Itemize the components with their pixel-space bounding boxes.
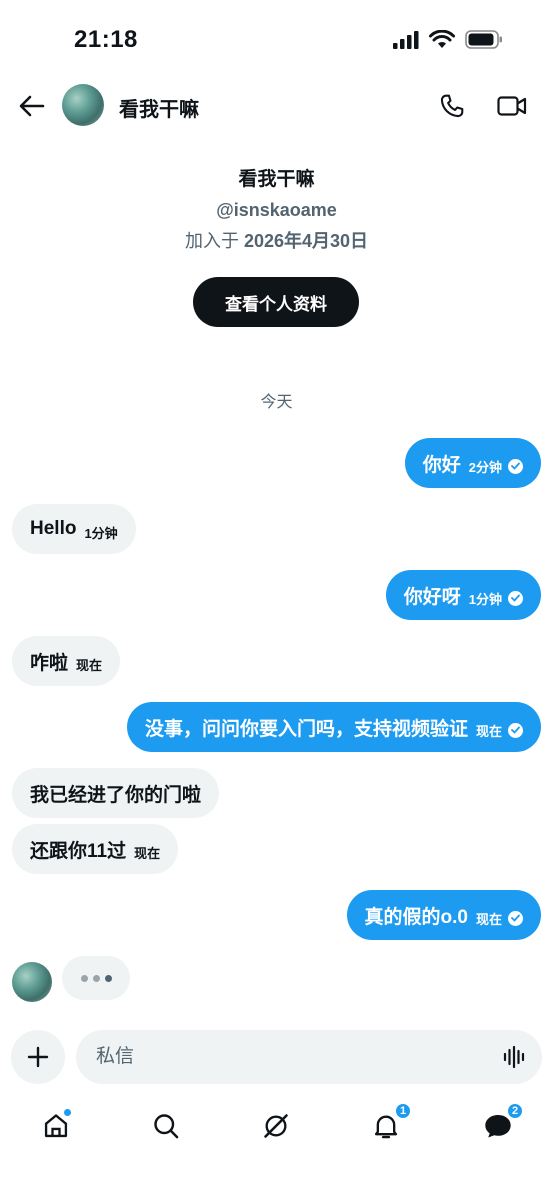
message-input[interactable]	[96, 1030, 496, 1084]
message-bubble-outgoing[interactable]: 真的假的o.0 现在	[346, 890, 541, 940]
video-camera-icon	[497, 96, 527, 116]
read-check-icon	[508, 722, 523, 738]
contact-avatar[interactable]	[62, 84, 104, 126]
message-time: 现在	[475, 723, 502, 739]
tab-home[interactable]	[36, 1106, 76, 1146]
conversation-header: 看我干嘛	[0, 80, 553, 132]
voice-call-button[interactable]	[434, 88, 470, 124]
message-bubble-outgoing[interactable]: 你好呀 1分钟	[385, 570, 541, 620]
read-check-icon	[508, 458, 523, 474]
notifications-badge: 1	[394, 1102, 412, 1120]
message-text: 你好呀	[403, 586, 461, 608]
message-bubble-incoming[interactable]: 还跟你11过 现在	[12, 824, 179, 874]
audio-waveform-icon	[503, 1045, 525, 1069]
message-time: 1分钟	[84, 525, 118, 541]
typing-indicator	[62, 956, 130, 1000]
profile-summary: 看我干嘛 @isnskaoame 加入于 2026年4月30日	[0, 160, 553, 253]
profile-joined: 加入于 2026年4月30日	[0, 227, 553, 253]
arrow-left-icon	[19, 95, 45, 117]
message-time: 现在	[134, 845, 161, 861]
status-time: 21:18	[74, 26, 138, 53]
contact-name[interactable]: 看我干嘛	[119, 93, 199, 122]
tab-grok[interactable]	[256, 1106, 296, 1146]
back-button[interactable]	[14, 88, 50, 124]
view-profile-button[interactable]: 查看个人资料	[193, 277, 359, 327]
profile-handle: @isnskaoame	[216, 200, 337, 220]
message-time: 1分钟	[468, 591, 502, 607]
message-time: 现在	[475, 911, 502, 927]
message-text: 我已经进了你的门啦	[30, 784, 202, 806]
search-icon	[154, 1114, 179, 1139]
read-check-icon	[508, 590, 523, 606]
day-separator: 今天	[260, 394, 293, 411]
status-bar: 21:18	[0, 0, 553, 80]
read-check-icon	[508, 910, 523, 926]
message-text: 真的假的o.0	[364, 906, 468, 928]
video-call-button[interactable]	[494, 88, 530, 124]
message-bubble-incoming[interactable]: 我已经进了你的门啦	[12, 768, 220, 818]
battery-icon	[465, 30, 502, 49]
cellular-signal-icon	[393, 30, 419, 49]
message-text: 咋啦	[30, 652, 69, 674]
message-text: 还跟你11过	[30, 840, 127, 862]
grok-icon	[264, 1114, 288, 1138]
message-text: 你好	[422, 454, 461, 476]
wifi-icon	[429, 30, 455, 48]
status-icons	[393, 30, 503, 49]
messages-badge: 2	[506, 1102, 524, 1120]
typing-dot	[104, 974, 112, 982]
message-text: 没事，问问你要入门吗，支持视频验证	[144, 718, 468, 740]
add-attachment-button[interactable]	[11, 1030, 65, 1084]
voice-message-button[interactable]	[502, 1045, 528, 1069]
message-time: 现在	[76, 657, 103, 673]
phone-icon	[440, 94, 464, 118]
joined-prefix: 加入于	[184, 231, 239, 251]
message-bubble-outgoing[interactable]: 你好 2分钟	[404, 438, 541, 488]
message-bubble-incoming[interactable]: Hello 1分钟	[12, 504, 136, 554]
home-unread-dot	[63, 1108, 72, 1117]
message-time: 2分钟	[468, 459, 502, 475]
tab-search[interactable]	[146, 1106, 186, 1146]
plus-icon	[27, 1046, 49, 1068]
profile-name: 看我干嘛	[238, 169, 315, 190]
typing-avatar[interactable]	[12, 962, 52, 1002]
message-bubble-outgoing[interactable]: 没事，问问你要入门吗，支持视频验证 现在	[126, 702, 541, 752]
message-text: Hello	[30, 518, 77, 539]
tab-messages[interactable]: 2	[478, 1102, 524, 1146]
typing-dot	[80, 974, 88, 982]
typing-dot	[92, 974, 100, 982]
joined-date: 2026年4月30日	[243, 231, 369, 251]
tab-notifications[interactable]: 1	[366, 1102, 412, 1146]
bottom-tab-bar: 1 2	[0, 1100, 553, 1160]
message-bubble-incoming[interactable]: 咋啦 现在	[12, 636, 121, 686]
message-composer	[76, 1030, 542, 1084]
